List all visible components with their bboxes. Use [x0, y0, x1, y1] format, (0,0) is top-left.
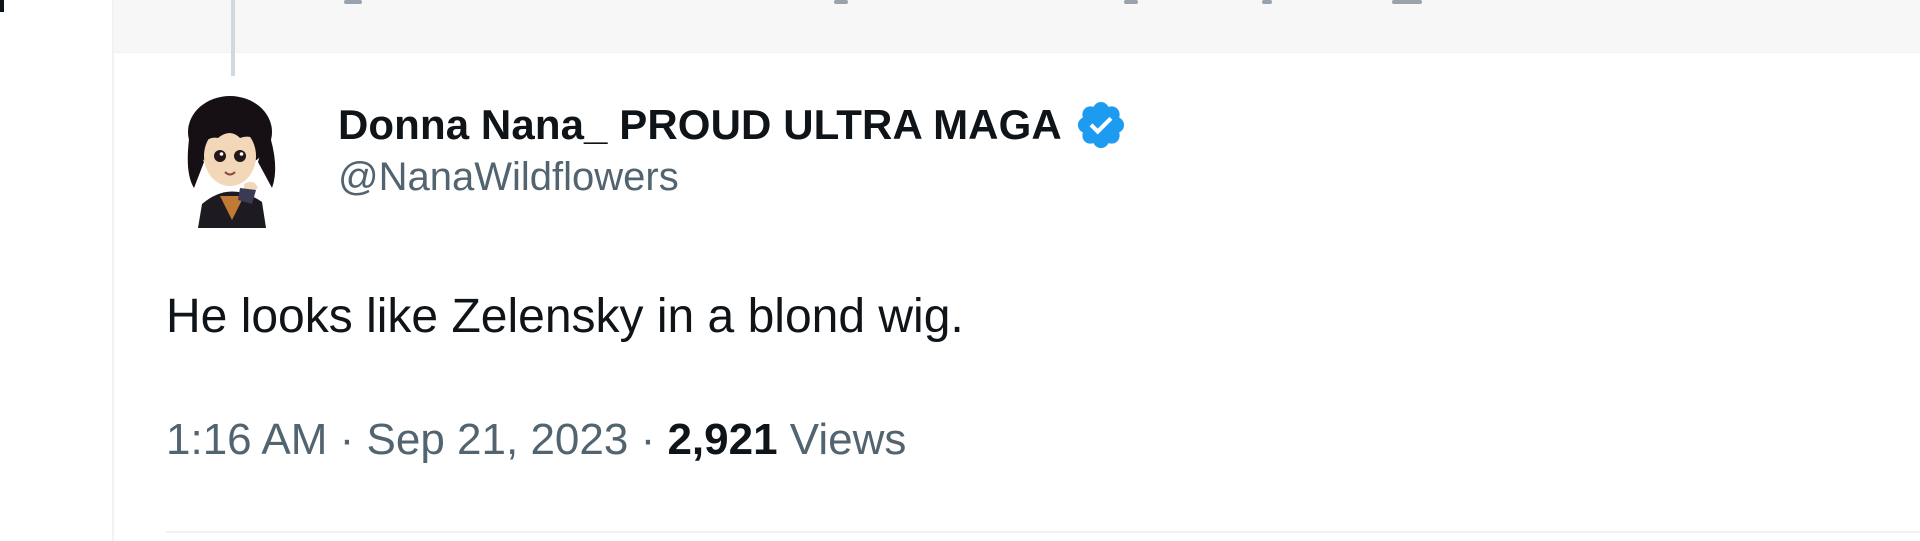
clipped-text-fragment	[344, 0, 362, 4]
tweet-meta: 1:16 AM · Sep 21, 2023 · 2,921 Views	[166, 415, 906, 465]
clipped-text-fragment	[1392, 0, 1422, 4]
author-name-row: Donna Nana_ PROUD ULTRA MAGA	[338, 97, 1128, 153]
avatar[interactable]	[180, 92, 284, 228]
author-handle[interactable]: @NanaWildflowers	[338, 155, 1128, 200]
author-display-name[interactable]: Donna Nana_ PROUD ULTRA MAGA	[338, 101, 1062, 149]
clipped-text-fragment	[1124, 0, 1138, 4]
verified-badge-icon[interactable]	[1074, 98, 1128, 152]
left-gutter	[0, 0, 112, 541]
clipped-text-fragment	[834, 0, 848, 4]
avatar-eye	[214, 150, 226, 162]
views-label[interactable]: Views	[790, 415, 907, 464]
meta-separator: ·	[327, 415, 367, 464]
views-count[interactable]: 2,921	[667, 415, 777, 464]
tweet-date[interactable]: Sep 21, 2023	[367, 415, 629, 464]
tweet-text: He looks like Zelensky in a blond wig.	[166, 290, 964, 343]
previous-tweet-strip[interactable]	[114, 0, 1920, 53]
tweet-header: Donna Nana_ PROUD ULTRA MAGA @NanaWildfl…	[338, 97, 1128, 200]
meta-separator: ·	[628, 415, 668, 464]
tweet-time[interactable]: 1:16 AM	[166, 415, 327, 464]
left-edge-fragment	[0, 0, 4, 12]
divider	[166, 531, 1920, 533]
tweet[interactable]: Donna Nana_ PROUD ULTRA MAGA @NanaWildfl…	[114, 53, 1920, 541]
avatar-eye	[234, 150, 246, 162]
clipped-text-fragment	[1262, 0, 1272, 4]
